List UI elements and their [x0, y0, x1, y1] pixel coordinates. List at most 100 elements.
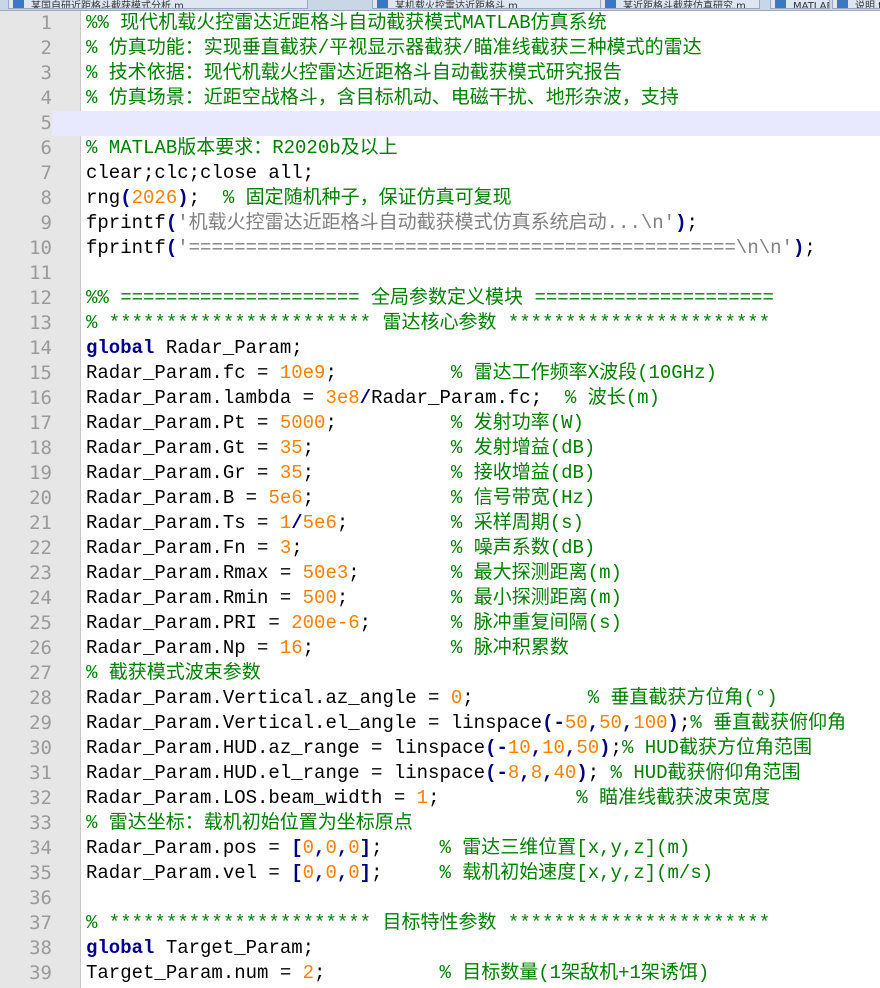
code-line[interactable]: 8 rng(2026); % 固定随机种子，保证仿真可复现	[0, 186, 880, 211]
line-number: 6	[40, 137, 52, 159]
code-token: Radar_Param.LOS.beam_width =	[86, 787, 417, 809]
code-line[interactable]: 14 global Radar_Param;	[0, 336, 880, 361]
code-token: 50e3	[302, 562, 349, 584]
code-token: global	[86, 337, 155, 359]
line-number: 21	[29, 512, 52, 534]
code-line[interactable]: 7 clear;clc;close all;	[0, 161, 880, 186]
code-token: 8	[530, 762, 543, 784]
code-token: ,	[336, 837, 349, 859]
line-number: 31	[29, 762, 52, 784]
code-token: [	[291, 837, 303, 859]
code-token: 35	[279, 437, 303, 459]
code-token: % 技术依据：现代机载火控雷达近距格斗自动截获模式研究报告	[86, 62, 622, 84]
code-line[interactable]: 17 Radar_Param.Pt = 5000; % 发射功率(W)	[0, 411, 880, 436]
code-line[interactable]: 32 Radar_Param.LOS.beam_width = 1; % 瞄准线截…	[0, 786, 880, 811]
code-line[interactable]: 33 % 雷达坐标：载机初始位置为坐标原点	[0, 811, 880, 836]
code-line[interactable]: 6 % MATLAB版本要求：R2020b及以上	[0, 136, 880, 161]
code-token: 0	[325, 862, 337, 884]
code-token: global	[86, 937, 155, 959]
code-line[interactable]: 10 fprintf('=============================…	[0, 236, 880, 261]
code-line[interactable]: 1 %% 现代机载火控雷达近距格斗自动截获模式MATLAB仿真系统	[0, 11, 880, 36]
tab-file-1[interactable]: 某国自研近距格斗截获模式分析.m	[8, 0, 308, 9]
code-line[interactable]: 30 Radar_Param.HUD.az_range = linspace(-1…	[0, 736, 880, 761]
tab-label: 某近距格斗截获仿真研究.m	[623, 1, 746, 9]
code-line[interactable]: 23 Radar_Param.Rmax = 50e3; % 最大探测距离(m)	[0, 561, 880, 586]
code-text: Radar_Param.Rmax = 50e3; % 最大探测距离(m)	[86, 561, 622, 586]
code-token: 2026	[131, 187, 178, 209]
code-token: % HUD截获方位角范围	[621, 737, 812, 759]
code-token: 5e6	[268, 487, 303, 509]
tab-file-3[interactable]: 某近距格斗截获仿真研究.m	[600, 0, 760, 9]
code-line[interactable]: 26 Radar_Param.Np = 16; % 脉冲积累数	[0, 636, 880, 661]
code-line[interactable]: 15 Radar_Param.fc = 10e9; % 雷达工作频率X波段(10G…	[0, 361, 880, 386]
code-token: 500	[302, 587, 337, 609]
tab-file-5[interactable]: 说明.txt	[832, 0, 880, 9]
code-token: 2	[302, 962, 315, 984]
code-token: % 固定随机种子，保证仿真可复现	[222, 187, 512, 209]
code-line[interactable]: 12 %% ===================== 全局参数定义模块 ====…	[0, 286, 880, 311]
code-token: 1	[279, 512, 292, 534]
code-token: ;	[302, 437, 451, 459]
code-text: Radar_Param.Np = 16; % 脉冲积累数	[86, 636, 569, 661]
code-line[interactable]: 20 Radar_Param.B = 5e6; % 信号带宽(Hz)	[0, 486, 880, 511]
line-number: 36	[29, 887, 52, 909]
code-line[interactable]: 18 Radar_Param.Gt = 35; % 发射增益(dB)	[0, 436, 880, 461]
code-token: % HUD截获俯仰角范围	[610, 762, 801, 784]
code-token: 0	[302, 862, 315, 884]
code-text: Radar_Param.B = 5e6; % 信号带宽(Hz)	[86, 486, 595, 511]
line-number: 2	[40, 37, 52, 59]
code-line[interactable]: 5	[0, 111, 880, 136]
line-number: 5	[0, 111, 52, 136]
code-text: global Target_Param;	[86, 936, 314, 961]
code-line[interactable]: 28 Radar_Param.Vertical.az_angle = 0; % 垂…	[0, 686, 880, 711]
code-line[interactable]: 29 Radar_Param.Vertical.el_angle = linspa…	[0, 711, 880, 736]
tab-file-2[interactable]: 某机载火控雷达近距格斗.m	[372, 0, 612, 9]
code-text: % 雷达坐标：载机初始位置为坐标原点	[86, 811, 413, 836]
code-line[interactable]: 24 Radar_Param.Rmin = 500; % 最小探测距离(m)	[0, 586, 880, 611]
code-token: ;	[291, 537, 451, 559]
code-line[interactable]: 16 Radar_Param.lambda = 3e8/Radar_Param.f…	[0, 386, 880, 411]
file-icon	[605, 0, 616, 8]
code-line[interactable]: 13 % *********************** 雷达核心参数 *****…	[0, 311, 880, 336]
code-line[interactable]: 36	[0, 886, 880, 911]
code-token: ;	[359, 612, 451, 634]
code-token: )	[792, 237, 805, 259]
code-token: % 雷达坐标：载机初始位置为坐标原点	[86, 812, 413, 834]
code-line[interactable]: 37 % *********************** 目标特性参数 *****…	[0, 911, 880, 936]
code-token: 8	[507, 762, 520, 784]
code-text: global Radar_Param;	[86, 336, 303, 361]
line-number: 14	[29, 337, 52, 359]
code-line[interactable]: 3 % 技术依据：现代机载火控雷达近距格斗自动截获模式研究报告	[0, 61, 880, 86]
code-line[interactable]: 4 % 仿真场景：近距空战格斗，含目标机动、电磁干扰、地形杂波，支持	[0, 86, 880, 111]
code-line[interactable]: 2 % 仿真功能：实现垂直截获/平视显示器截获/瞄准线截获三种模式的雷达	[0, 36, 880, 61]
code-token: 10	[542, 737, 565, 759]
code-token: Radar_Param.Rmin =	[86, 587, 303, 609]
code-editor[interactable]: 1 %% 现代机载火控雷达近距格斗自动截获模式MATLAB仿真系统 2 % 仿真功能：…	[0, 11, 880, 988]
code-line[interactable]: 35 Radar_Param.vel = [0,0,0]; % 载机初始速度[x,…	[0, 861, 880, 886]
code-line[interactable]: 39 Target_Param.num = 2; % 目标数量(1架敌机+1架诱饵…	[0, 961, 880, 986]
code-line[interactable]: 22 Radar_Param.Fn = 3; % 噪声系数(dB)	[0, 536, 880, 561]
line-number: 25	[29, 612, 52, 634]
code-token: fprintf	[86, 237, 166, 259]
code-token: /	[359, 387, 372, 409]
code-token: /	[291, 512, 303, 534]
code-line[interactable]: 31 Radar_Param.HUD.el_range = linspace(-8…	[0, 761, 880, 786]
code-line[interactable]: 38 global Target_Param;	[0, 936, 880, 961]
code-token: % 雷达三维位置[x,y,z](m)	[439, 837, 691, 859]
code-line[interactable]: 21 Radar_Param.Ts = 1/5e6; % 采样周期(s)	[0, 511, 880, 536]
code-token: ;	[371, 862, 440, 884]
code-line[interactable]: 11	[0, 261, 880, 286]
code-line[interactable]: 34 Radar_Param.pos = [0,0,0]; % 雷达三维位置[x,…	[0, 836, 880, 861]
code-token: 50	[576, 737, 600, 759]
code-line[interactable]: 27 % 截获模式波束参数	[0, 661, 880, 686]
file-icon	[377, 0, 388, 8]
code-text: Radar_Param.HUD.az_range = linspace(-10,…	[86, 736, 812, 761]
tab-file-4[interactable]: MATLAB仿真代码.m	[770, 0, 830, 9]
code-text: Radar_Param.Vertical.az_angle = 0; % 垂直截…	[86, 686, 778, 711]
code-token: Radar_Param.Rmax =	[86, 562, 303, 584]
code-line[interactable]: 25 Radar_Param.PRI = 200e-6; % 脉冲重复间隔(s)	[0, 611, 880, 636]
code-line[interactable]: 19 Radar_Param.Gr = 35; % 接收增益(dB)	[0, 461, 880, 486]
code-token: ;	[804, 237, 816, 259]
code-token: ,	[519, 762, 531, 784]
code-line[interactable]: 9 fprintf('机载火控雷达近距格斗自动截获模式仿真系统启动...\n');	[0, 211, 880, 236]
